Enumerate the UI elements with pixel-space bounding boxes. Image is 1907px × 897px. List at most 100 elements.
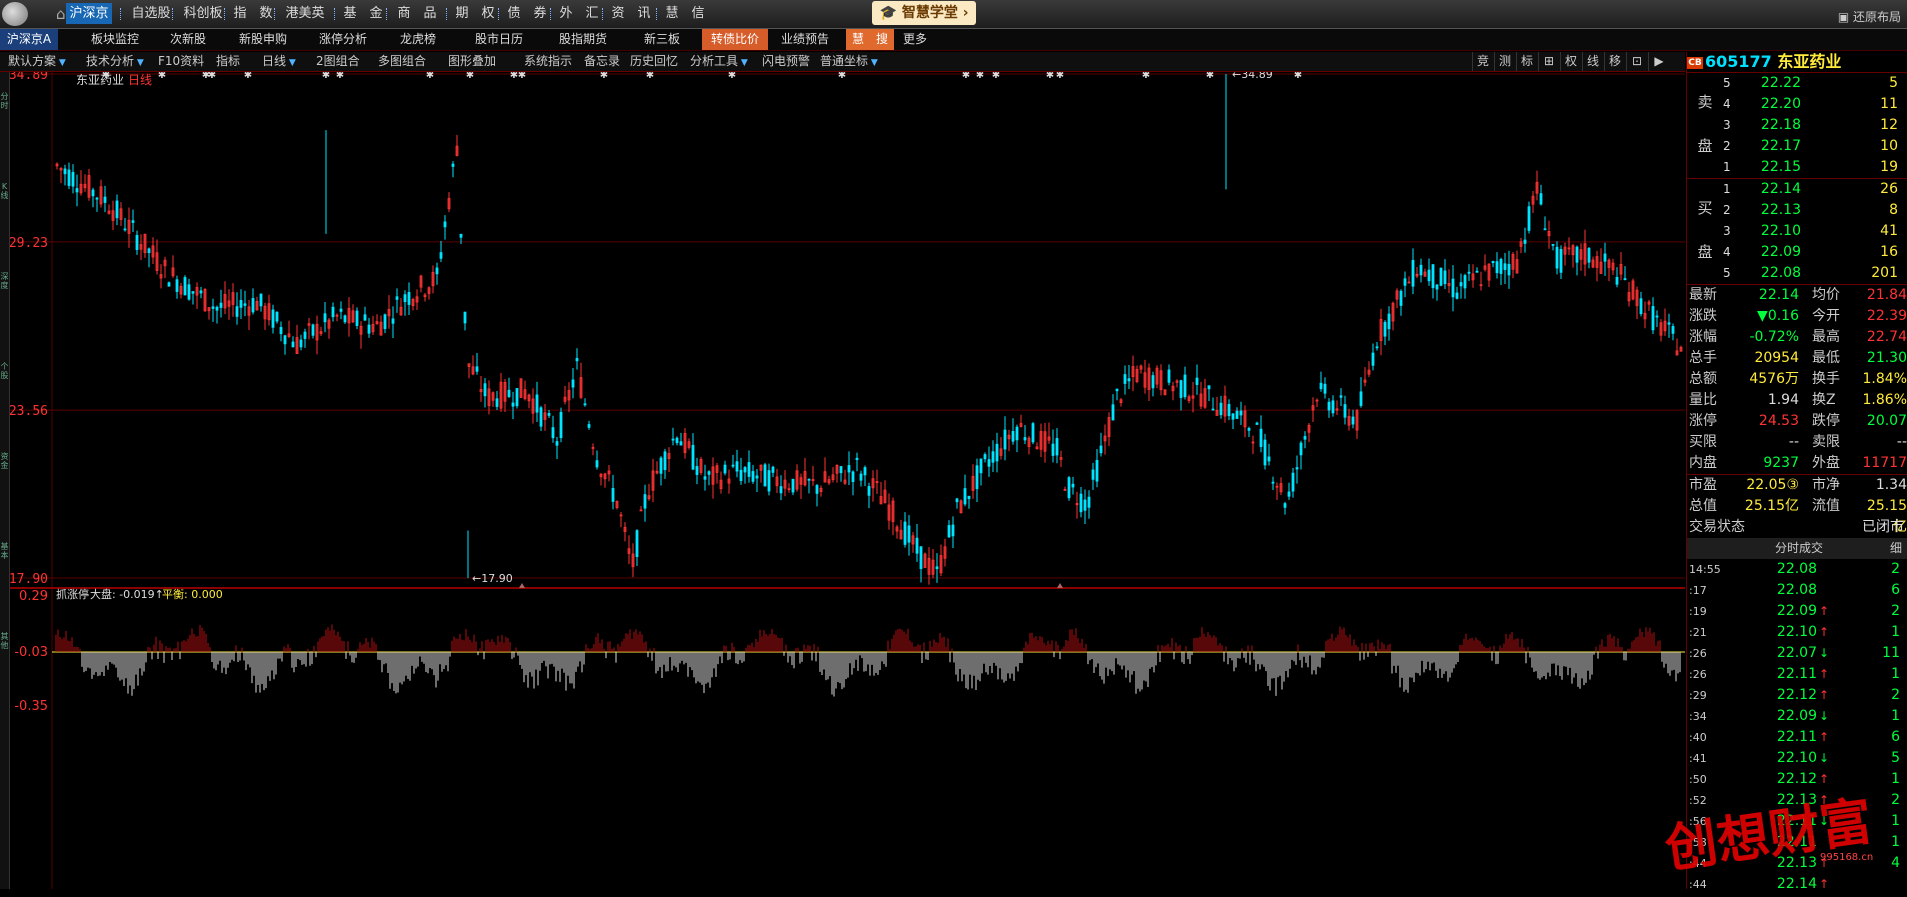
toolbar-item[interactable]: 多图组合 (378, 52, 426, 71)
toolbar-item[interactable]: 历史回忆 (630, 52, 678, 71)
academy-button[interactable]: 🎓 智慧学堂 › (872, 1, 976, 25)
candle-body (967, 495, 971, 500)
top-menu-item[interactable]: 商 品 (392, 3, 442, 24)
top-menu-item[interactable]: 指 数 (230, 3, 276, 24)
sub-menu-item[interactable]: 股市日历 (464, 29, 534, 50)
price: 22.18 (1760, 117, 1801, 133)
left-tab[interactable]: 其他 (0, 632, 9, 650)
top-menu-item[interactable]: 期 权 (452, 3, 498, 24)
sub-menu-item[interactable]: 转债比价 (702, 29, 768, 50)
toolbar-item[interactable]: 技术分析 ▼ (86, 52, 144, 71)
bid-level-row[interactable]: 1 22.14 26 (1687, 179, 1907, 200)
candle-body (1031, 423, 1035, 443)
candle-body (1351, 416, 1355, 425)
candle-body (1543, 228, 1547, 231)
sub-menu-item[interactable]: 股指期货 (548, 29, 618, 50)
sub-menu-item[interactable]: 龙虎榜 (388, 29, 448, 50)
tick-arrow-icon: ↑ (1819, 877, 1830, 891)
ask-level-row[interactable]: 5 22.22 5 (1687, 73, 1907, 94)
sub-menu-item[interactable]: 慧 搜 (846, 29, 894, 50)
low-marker: ←17.90 (472, 572, 513, 585)
toolbar-item[interactable]: F10资料 (158, 52, 204, 71)
stat-label: 量比 (1689, 392, 1717, 408)
restore-layout-button[interactable]: ▣ 还原布局 (1838, 8, 1901, 25)
top-menu-item[interactable]: 沪深京 (66, 3, 112, 24)
candle-body (355, 310, 359, 326)
ask-level-row[interactable]: 3 22.18 12 (1687, 115, 1907, 136)
candle-body (1383, 321, 1387, 337)
tick-arrow-icon: ↓ (1819, 646, 1830, 660)
toolbar-item[interactable]: 普通坐标 ▼ (820, 52, 878, 71)
toolbar-icon-button[interactable]: ▶ (1648, 52, 1669, 71)
quote-stats: 最新 22.14 均价 21.84 涨跌 ▼0.16 今开 22.39 涨幅 -0.72% 最高 22… (1687, 285, 1907, 535)
volume: 10 (1880, 138, 1898, 154)
dropdown-arrow-icon: ▼ (286, 58, 296, 68)
indicator-axis-label: -0.03 (14, 645, 48, 660)
top-menu-item[interactable]: 债 券 (504, 3, 550, 24)
candle-body (1499, 258, 1503, 274)
toolbar-icon-button[interactable]: 标 (1516, 52, 1537, 71)
candle-body (463, 311, 467, 324)
sub-menu-item[interactable]: 板块监控 (80, 29, 150, 50)
toolbar-item[interactable]: 默认方案 ▼ (8, 52, 66, 71)
toolbar-item[interactable]: 指标 (216, 52, 240, 71)
candle-body (691, 444, 695, 470)
toolbar-icon-button[interactable]: 测 (1494, 52, 1515, 71)
toolbar-item[interactable]: 日线 ▼ (262, 52, 296, 71)
toolbar-icon-button[interactable]: 权 (1560, 52, 1581, 71)
level-number: 1 (1723, 160, 1731, 174)
toolbar-icon-button[interactable]: 竞 (1472, 52, 1493, 71)
sub-menu-item[interactable]: 新三板 (632, 29, 692, 50)
candle-body (71, 172, 75, 187)
toolbar-icon-button[interactable]: ⊡ (1626, 52, 1647, 71)
top-menu-item[interactable]: 慧 信 (662, 3, 708, 24)
bid-level-row[interactable]: 4 22.09 16 (1687, 242, 1907, 263)
left-tab[interactable]: 分时 (0, 92, 9, 110)
candle-body (183, 277, 187, 296)
left-tab[interactable]: 资金 (0, 452, 9, 470)
toolbar-icon-button[interactable]: 移 (1604, 52, 1625, 71)
convertible-bond-badge[interactable]: CB (1687, 56, 1703, 69)
sub-menu-item[interactable]: 更多 (898, 29, 932, 50)
quote-stat-row: 涨幅 -0.72% 最高 22.74 (1687, 327, 1907, 348)
toolbar-item[interactable]: 系统指示 (524, 52, 572, 71)
sub-menu-item[interactable]: 沪深京A (0, 29, 58, 50)
ask-level-row[interactable]: 4 22.20 11 (1687, 94, 1907, 115)
top-menu-item[interactable]: 自选股 (126, 3, 176, 24)
bid-level-row[interactable]: 2 22.13 8 (1687, 200, 1907, 221)
toolbar-icon-button[interactable]: 线 (1582, 52, 1603, 71)
left-tab[interactable]: K线 (0, 182, 9, 200)
top-menu-item[interactable]: 基 金 (340, 3, 386, 24)
sub-menu-item[interactable]: 业绩预告 (772, 29, 838, 50)
bid-level-row[interactable]: 3 22.10 41 (1687, 221, 1907, 242)
candle-body (123, 228, 127, 231)
bid-level-row[interactable]: 5 22.08 201 (1687, 263, 1907, 284)
top-menu-item[interactable]: 资 讯 (608, 3, 654, 24)
top-menu-item[interactable]: 外 汇 (556, 3, 602, 24)
toolbar-icon-button[interactable]: ⊞ (1538, 52, 1559, 71)
left-vertical-tabs[interactable]: 分时 K线深度个股资金基本其他 (0, 72, 10, 889)
sub-menu-item[interactable]: 新股申购 (228, 29, 298, 50)
ask-level-row[interactable]: 2 22.17 10 (1687, 136, 1907, 157)
toolbar-item[interactable]: 2图组合 (316, 52, 360, 71)
toolbar-item[interactable]: 图形叠加 (448, 52, 496, 71)
level-number: 2 (1723, 203, 1731, 217)
left-tab[interactable]: 深度 (0, 272, 9, 290)
left-tab[interactable]: 个股 (0, 362, 9, 380)
toolbar-item[interactable]: 备忘录 (584, 52, 620, 71)
top-menu-item[interactable]: 科创板 (178, 3, 228, 24)
kline-chart[interactable]: 34.8929.2323.5617.90东亚药业 日线 ←34.89←17.90✱ ✱… (10, 72, 1685, 889)
left-tab[interactable]: 基本 (0, 542, 9, 560)
candle-body (1291, 472, 1295, 492)
ask-level-row[interactable]: 1 22.15 19 (1687, 157, 1907, 178)
toolbar-item[interactable]: 分析工具 ▼ (690, 52, 748, 71)
sub-menu-item[interactable]: 次新股 (160, 29, 216, 50)
top-menu-item[interactable]: 港美英 (280, 3, 330, 24)
tick-price: 22.11 (1776, 729, 1817, 745)
stat-label: 市净 (1812, 477, 1840, 493)
ticks-header[interactable]: 分时成交 细 (1687, 538, 1907, 559)
sub-menu-item[interactable]: 涨停分析 (308, 29, 378, 50)
toolbar-item[interactable]: 闪电预警 (762, 52, 810, 71)
candle-body (343, 315, 347, 323)
candle-body (847, 465, 851, 473)
